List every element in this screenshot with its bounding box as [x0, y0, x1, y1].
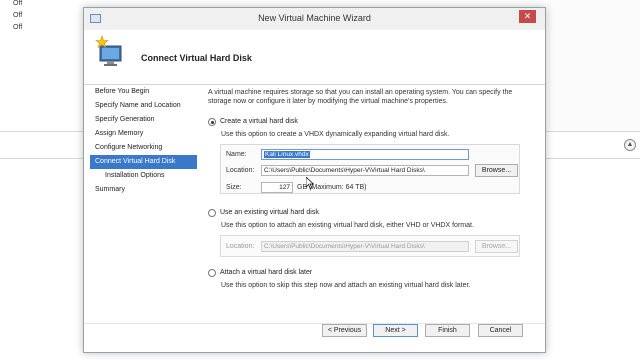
location-input[interactable]: C:\Users\Public\Documents\Hyper-V\Virtua…	[261, 165, 469, 176]
nav-item-virtual-hard-disk[interactable]: Connect Virtual Hard Disk	[90, 155, 197, 169]
create-vhd-label[interactable]: Create a virtual hard disk	[220, 118, 298, 125]
nav-item-memory[interactable]: Assign Memory	[90, 127, 197, 141]
wizard-nav: Before You Begin Specify Name and Locati…	[90, 85, 197, 197]
location-label: Location:	[226, 167, 255, 174]
existing-vhd-description: Use this option to attach an existing vi…	[221, 222, 474, 229]
attach-later-radio[interactable]	[208, 269, 216, 277]
next-button[interactable]: Next >	[373, 324, 418, 337]
existing-location-label: Location:	[226, 243, 255, 250]
nav-item-installation-options[interactable]: Installation Options	[90, 169, 197, 183]
nav-item-name-location[interactable]: Specify Name and Location	[90, 99, 197, 113]
window-title: New Virtual Machine Wizard	[258, 13, 371, 23]
nav-item-networking[interactable]: Configure Networking	[90, 141, 197, 155]
background-status-cell: Off	[13, 24, 23, 31]
nav-item-generation[interactable]: Specify Generation	[90, 113, 197, 127]
existing-vhd-fields: Location: C:\Users\Public\Documents\Hype…	[220, 235, 520, 257]
create-vhd-fields: Name: Kali Linux.vhdx Location: C:\Users…	[220, 144, 520, 194]
previous-button[interactable]: < Previous	[322, 324, 367, 337]
existing-location-input[interactable]: C:\Users\Public\Documents\Hyper-V\Virtua…	[261, 241, 469, 252]
nav-item-summary[interactable]: Summary	[90, 183, 197, 197]
existing-vhd-label[interactable]: Use an existing virtual hard disk	[220, 209, 319, 216]
name-label: Name:	[226, 151, 247, 158]
finish-button[interactable]: Finish	[425, 324, 470, 337]
existing-vhd-radio[interactable]	[208, 209, 216, 217]
background-status-cell: Off	[13, 0, 23, 7]
attach-later-description: Use this option to skip this step now an…	[221, 282, 471, 289]
close-button[interactable]: ✕	[519, 10, 536, 23]
footer-divider	[84, 323, 545, 324]
nav-item-before-you-begin[interactable]: Before You Begin	[90, 85, 197, 99]
title-bar[interactable]: New Virtual Machine Wizard ✕	[84, 8, 545, 30]
monitor-star-icon	[95, 35, 122, 66]
size-input[interactable]: 127	[261, 182, 293, 193]
background-panel	[548, 0, 640, 130]
mouse-cursor-icon	[306, 177, 314, 189]
page-title: Connect Virtual Hard Disk	[141, 53, 252, 63]
new-vm-wizard-dialog: New Virtual Machine Wizard ✕ Connect Vir…	[83, 7, 546, 353]
existing-browse-button[interactable]: Browse...	[475, 240, 518, 253]
attach-later-label[interactable]: Attach a virtual hard disk later	[220, 269, 312, 276]
create-vhd-radio[interactable]	[208, 118, 216, 126]
browse-button[interactable]: Browse...	[475, 164, 518, 177]
wizard-header: Connect Virtual Hard Disk	[84, 30, 545, 85]
background-status-cell: Off	[13, 12, 23, 19]
size-label: Size:	[226, 184, 242, 191]
scroll-up-button[interactable]: ▲	[624, 139, 636, 151]
page-description: A virtual machine requires storage so th…	[208, 89, 513, 105]
cancel-button[interactable]: Cancel	[478, 324, 523, 337]
create-vhd-description: Use this option to create a VHDX dynamic…	[221, 131, 450, 138]
name-input-value: Kali Linux.vhdx	[264, 151, 310, 158]
name-input[interactable]: Kali Linux.vhdx	[261, 149, 469, 160]
